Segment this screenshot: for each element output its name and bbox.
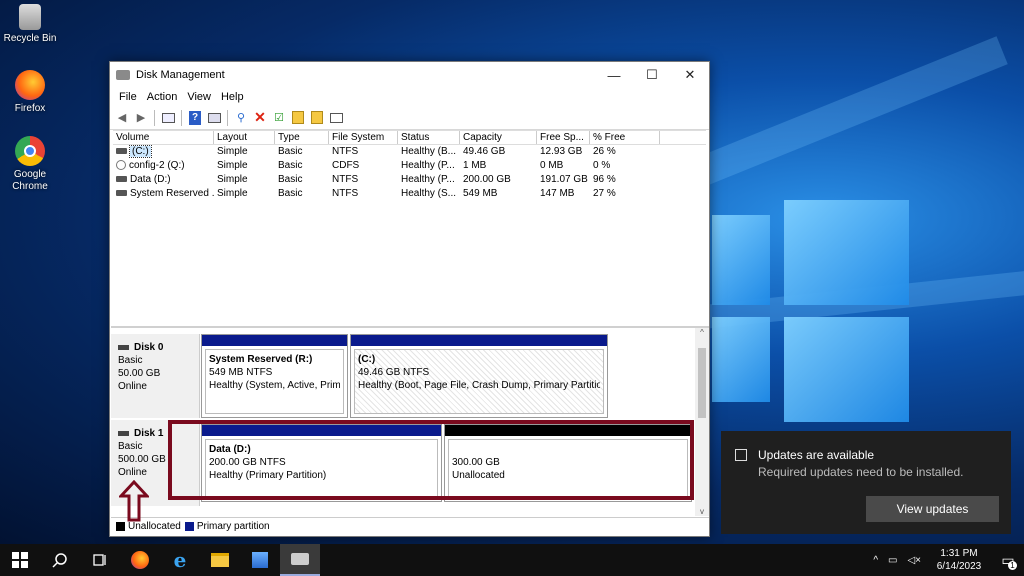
partition-system-reserved[interactable]: System Reserved (R:) 549 MB NTFS Healthy… <box>201 334 348 418</box>
column-percent-free[interactable]: % Free <box>590 131 660 144</box>
up-arrow-annotation-icon <box>119 480 149 522</box>
windows-logo <box>712 185 932 425</box>
folder-icon <box>211 553 229 567</box>
volume-icon <box>116 148 127 155</box>
update-notification-icon <box>735 449 747 461</box>
check-icon[interactable]: ☑ <box>271 110 287 126</box>
volume-muted-icon[interactable]: ◁× <box>902 555 926 566</box>
windows-start-icon <box>12 552 28 568</box>
minimize-button[interactable]: — <box>595 62 633 88</box>
firefox-icon <box>15 70 45 100</box>
column-type[interactable]: Type <box>275 131 329 144</box>
partition-c-drive[interactable]: (C:) 49.46 GB NTFS Healthy (Boot, Page F… <box>350 334 608 418</box>
vertical-scrollbar[interactable]: ^ v <box>695 328 709 516</box>
taskbar-file-explorer[interactable] <box>200 544 240 576</box>
window-title: Disk Management <box>136 69 225 81</box>
recycle-bin-desktop-icon[interactable]: Recycle Bin <box>0 4 65 45</box>
column-volume[interactable]: Volume <box>113 131 214 144</box>
menu-action[interactable]: Action <box>142 91 183 103</box>
firefox-desktop-icon[interactable]: Firefox <box>0 70 65 115</box>
forward-arrow-icon[interactable]: ▶ <box>133 110 149 126</box>
search-icon <box>52 553 67 568</box>
disk-icon <box>118 345 129 350</box>
taskbar-disk-management[interactable] <box>280 544 320 576</box>
column-file-system[interactable]: File System <box>329 131 398 144</box>
menu-help[interactable]: Help <box>216 91 249 103</box>
column-free-space[interactable]: Free Sp... <box>537 131 590 144</box>
notification-center-button[interactable]: ▭ 1 <box>992 544 1024 576</box>
column-layout[interactable]: Layout <box>214 131 275 144</box>
volume-icon <box>116 176 127 183</box>
chevron-up-icon[interactable]: ^ <box>868 555 883 566</box>
start-button[interactable] <box>0 544 40 576</box>
console-icon[interactable] <box>206 110 222 126</box>
taskbar-firefox[interactable] <box>120 544 160 576</box>
volume-list: Volume Layout Type File System Status Ca… <box>113 130 706 322</box>
disk-management-icon <box>291 553 309 565</box>
toolbar: ◀ ▶ ? ⚲ ✕ ☑ <box>110 106 709 130</box>
task-view-button[interactable] <box>80 544 120 576</box>
table-row[interactable]: Data (D:) Simple Basic NTFS Healthy (P..… <box>113 173 706 187</box>
column-capacity[interactable]: Capacity <box>460 131 537 144</box>
legend: Unallocated Primary partition <box>111 517 709 535</box>
menu-bar: File Action View Help <box>110 88 709 106</box>
list-view-icon[interactable] <box>328 110 344 126</box>
maximize-button[interactable]: ☐ <box>633 62 671 88</box>
help-icon[interactable]: ? <box>187 110 203 126</box>
volume-icon <box>116 190 127 197</box>
properties-pane-icon[interactable] <box>160 110 176 126</box>
view-updates-button[interactable]: View updates <box>866 496 999 522</box>
primary-partition-swatch <box>184 522 194 531</box>
chrome-icon <box>15 136 45 166</box>
network-icon[interactable]: ▭ <box>883 555 902 566</box>
title-bar[interactable]: Disk Management — ☐ ✕ <box>110 62 709 88</box>
disk-management-app-icon <box>116 70 130 80</box>
table-row[interactable]: (C:) Simple Basic NTFS Healthy (B... 49.… <box>113 145 706 159</box>
column-status[interactable]: Status <box>398 131 460 144</box>
firefox-icon <box>131 551 149 569</box>
new-folder-icon[interactable] <box>290 110 306 126</box>
volume-list-header: Volume Layout Type File System Status Ca… <box>113 131 706 145</box>
taskbar-internet-explorer[interactable]: e <box>160 544 200 576</box>
notification-body: Required updates need to be installed. <box>758 465 964 479</box>
taskbar-server-manager[interactable] <box>240 544 280 576</box>
search-button[interactable] <box>40 544 80 576</box>
search-volume-icon[interactable] <box>309 110 325 126</box>
task-view-icon <box>93 554 106 566</box>
menu-file[interactable]: File <box>114 91 142 103</box>
highlight-box <box>168 420 694 500</box>
table-row[interactable]: config-2 (Q:) Simple Basic CDFS Healthy … <box>113 159 706 173</box>
delete-icon[interactable]: ✕ <box>252 109 268 126</box>
cd-drive-icon <box>116 160 126 171</box>
disk-icon <box>118 431 129 436</box>
scrollbar-thumb[interactable] <box>698 348 706 418</box>
server-manager-icon <box>252 552 268 568</box>
internet-explorer-icon: e <box>173 548 187 572</box>
connect-drive-icon[interactable]: ⚲ <box>233 110 249 126</box>
system-tray: ^ ▭ ◁× 1:31 PM 6/14/2023 ▭ 1 <box>868 544 1024 576</box>
notification-count-badge: 1 <box>1008 561 1017 570</box>
taskbar: e ^ ▭ ◁× 1:31 PM 6/14/2023 ▭ 1 <box>0 544 1024 576</box>
clock[interactable]: 1:31 PM 6/14/2023 <box>926 547 992 573</box>
unallocated-swatch <box>116 522 125 531</box>
disk-0-info[interactable]: Disk 0 Basic 50.00 GB Online <box>111 334 200 418</box>
notification-title: Updates are available <box>758 448 875 462</box>
menu-view[interactable]: View <box>182 91 216 103</box>
recycle-bin-icon <box>19 4 41 30</box>
chrome-desktop-icon[interactable]: Google Chrome <box>0 136 65 193</box>
update-notification[interactable]: Updates are available Required updates n… <box>721 431 1011 534</box>
table-row[interactable]: System Reserved ... Simple Basic NTFS He… <box>113 187 706 201</box>
close-button[interactable]: ✕ <box>671 62 709 88</box>
back-arrow-icon[interactable]: ◀ <box>114 110 130 126</box>
